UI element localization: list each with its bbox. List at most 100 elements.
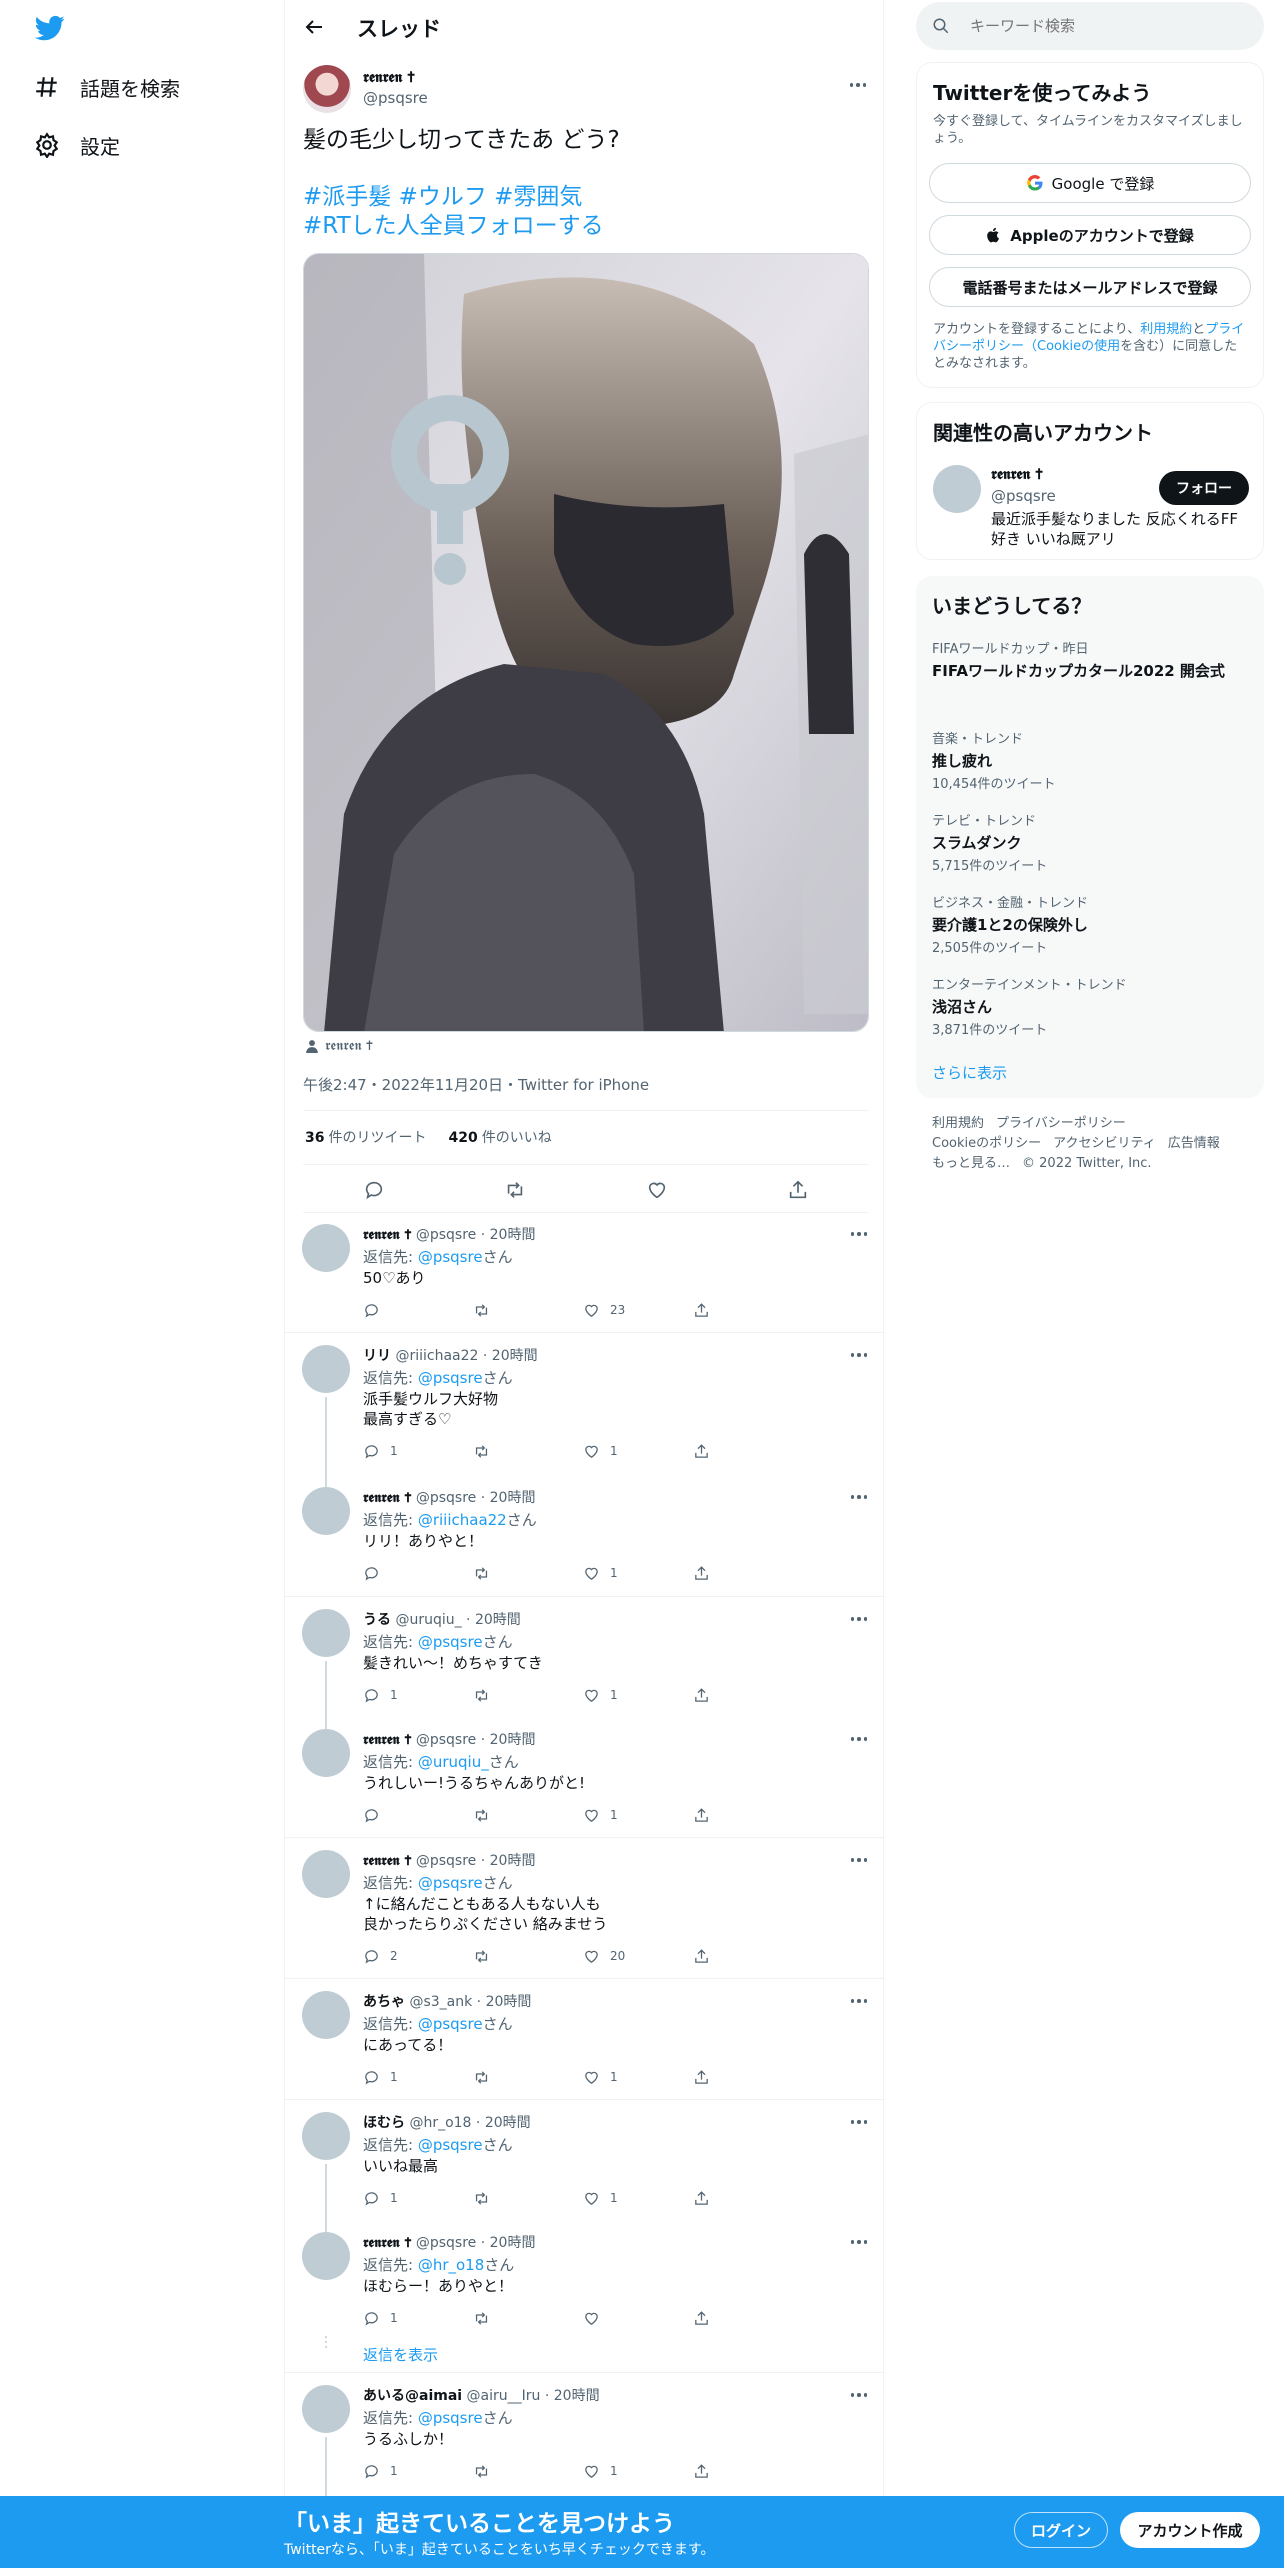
share-button[interactable] xyxy=(693,2069,803,2086)
more-icon[interactable] xyxy=(848,75,868,95)
reply-button[interactable]: 1 xyxy=(363,1687,473,1704)
share-button[interactable] xyxy=(693,1687,803,1704)
reply-button[interactable] xyxy=(363,1302,473,1319)
like-button[interactable]: 1 xyxy=(583,1807,693,1824)
reply-author-handle[interactable]: @psqsre xyxy=(416,1853,476,1869)
reply-author-handle[interactable]: @psqsre xyxy=(416,1227,476,1243)
more-icon[interactable] xyxy=(849,1487,869,1507)
reply-tweet[interactable]: 𝖗𝖊𝖓𝖗𝖊𝖓 ✝ @psqsre · 20時間 返信先: @psqsreさん ↑に絡… xyxy=(285,1838,885,1979)
tweet-meta[interactable]: 午後2:47・2022年11月20日・Twitter for iPhone xyxy=(303,1074,649,1095)
retweet-button[interactable] xyxy=(473,1302,583,1319)
email-signup-button[interactable]: 電話番号またはメールアドレスで登録 xyxy=(929,267,1251,307)
reply-tweet[interactable]: リリ @riiichaa22 · 20時間 返信先: @psqsreさん 派手髪ウル… xyxy=(285,1333,885,1487)
reply-author-handle[interactable]: @airu__Iru xyxy=(467,2388,541,2404)
twitter-bird-icon[interactable] xyxy=(33,13,67,43)
reply-to-handle[interactable]: @uruqiu_ xyxy=(418,1753,489,1771)
reply-button[interactable]: 1 xyxy=(363,2190,473,2207)
avatar[interactable] xyxy=(302,1345,350,1393)
reply-author-handle[interactable]: @s3_ank xyxy=(409,1994,472,2010)
more-icon[interactable] xyxy=(849,1729,869,1749)
like-button[interactable]: 1 xyxy=(583,1687,693,1704)
avatar[interactable] xyxy=(302,1991,350,2039)
reply-author-name[interactable]: うる xyxy=(363,1612,391,1628)
author-name[interactable]: 𝖗𝖊𝖓𝖗𝖊𝖓 ✝ xyxy=(363,68,415,86)
like-button[interactable]: 1 xyxy=(583,1443,693,1460)
footer-ads[interactable]: 広告情報 xyxy=(1168,1136,1220,1151)
footer-cookie[interactable]: Cookieのポリシー xyxy=(932,1136,1041,1151)
terms-link[interactable]: 利用規約 xyxy=(1140,322,1192,337)
footer-more[interactable]: もっと見る… xyxy=(932,1156,1010,1171)
reply-time[interactable]: 20時間 xyxy=(490,1227,536,1243)
like-button[interactable]: 1 xyxy=(583,1565,693,1582)
more-icon[interactable] xyxy=(849,1345,869,1365)
like-icon[interactable] xyxy=(646,1179,668,1201)
reply-time[interactable]: 20時間 xyxy=(554,2388,600,2404)
show-replies-link[interactable]: 返信を表示 xyxy=(363,2344,438,2365)
reply-author-name[interactable]: 𝖗𝖊𝖓𝖗𝖊𝖓 ✝ xyxy=(363,1227,411,1243)
reply-time[interactable]: 20時間 xyxy=(490,1732,536,1748)
more-icon[interactable] xyxy=(849,2232,869,2252)
reply-time[interactable]: 20時間 xyxy=(490,1490,536,1506)
reply-tweet[interactable]: あいる@aimai @airu__Iru · 20時間 返信先: @psqsreさ… xyxy=(285,2373,885,2508)
trend-item[interactable]: ビジネス・金融・トレンド 要介護1と2の保険外し 2,505件のツイート xyxy=(932,892,1232,956)
like-button[interactable]: 1 xyxy=(583,2190,693,2207)
nav-settings[interactable]: 設定 xyxy=(34,120,120,170)
retweet-button[interactable] xyxy=(473,2463,583,2480)
more-icon[interactable] xyxy=(849,1224,869,1244)
retweet-button[interactable] xyxy=(473,1565,583,1582)
reply-author-name[interactable]: あちゃ xyxy=(363,1994,405,2010)
reply-button[interactable]: 2 xyxy=(363,1948,473,1965)
hashtags-line-2[interactable]: #RTした人全員フォローする xyxy=(303,212,604,241)
reply-to-handle[interactable]: @psqsre xyxy=(418,2409,483,2427)
reply-author-handle[interactable]: @psqsre xyxy=(416,1732,476,1748)
reply-tweet[interactable]: あちゃ @s3_ank · 20時間 返信先: @psqsreさん にあってる！ 1 1 xyxy=(285,1979,885,2100)
reply-button[interactable]: 1 xyxy=(363,2463,473,2480)
reply-time[interactable]: 20時間 xyxy=(490,1853,536,1869)
footer-accessibility[interactable]: アクセシビリティ xyxy=(1053,1136,1156,1151)
reply-to-handle[interactable]: @psqsre xyxy=(418,1369,483,1387)
reply-button[interactable]: 1 xyxy=(363,1443,473,1460)
reply-time[interactable]: 20時間 xyxy=(492,1348,538,1364)
reply-author-handle[interactable]: @hr_o18 xyxy=(409,2115,471,2131)
like-stat[interactable]: 420 件のいいね xyxy=(448,1127,551,1147)
retweet-button[interactable] xyxy=(473,1443,583,1460)
reply-author-name[interactable]: リリ xyxy=(363,1348,391,1364)
related-name[interactable]: 𝖗𝖊𝖓𝖗𝖊𝖓 ✝ xyxy=(991,465,1043,483)
search-input[interactable] xyxy=(970,14,1240,38)
reply-to-handle[interactable]: @psqsre xyxy=(418,2136,483,2154)
like-button[interactable]: 1 xyxy=(583,2069,693,2086)
share-button[interactable] xyxy=(693,1443,803,1460)
more-icon[interactable] xyxy=(849,2112,869,2132)
reply-button[interactable]: 1 xyxy=(363,2310,473,2327)
reply-author-handle[interactable]: @psqsre xyxy=(416,1490,476,1506)
reply-button[interactable]: 1 xyxy=(363,2069,473,2086)
google-signup-button[interactable]: Google で登録 xyxy=(929,163,1251,203)
footer-privacy[interactable]: プライバシーポリシー xyxy=(996,1116,1126,1131)
share-button[interactable] xyxy=(693,1302,803,1319)
reply-time[interactable]: 20時間 xyxy=(485,2115,531,2131)
like-button[interactable]: 23 xyxy=(583,1302,693,1319)
reply-author-name[interactable]: 𝖗𝖊𝖓𝖗𝖊𝖓 ✝ xyxy=(363,2235,411,2251)
reply-time[interactable]: 20時間 xyxy=(475,1612,521,1628)
author-handle[interactable]: @psqsre xyxy=(363,89,428,107)
trend-item[interactable]: 音楽・トレンド 推し疲れ 10,454件のツイート xyxy=(932,728,1232,792)
reply-author-name[interactable]: 𝖗𝖊𝖓𝖗𝖊𝖓 ✝ xyxy=(363,1732,411,1748)
reply-time[interactable]: 20時間 xyxy=(490,2235,536,2251)
more-icon[interactable] xyxy=(849,2385,869,2405)
more-icon[interactable] xyxy=(849,1609,869,1629)
like-button[interactable]: 20 xyxy=(583,1948,693,1965)
avatar[interactable] xyxy=(302,2232,350,2280)
reply-to-handle[interactable]: @riiichaa22 xyxy=(418,1511,507,1529)
more-icon[interactable] xyxy=(849,1850,869,1870)
signup-button[interactable]: アカウント作成 xyxy=(1120,2512,1260,2548)
reply-to-handle[interactable]: @psqsre xyxy=(418,1633,483,1651)
login-button[interactable]: ログイン xyxy=(1014,2512,1108,2548)
show-more-trends[interactable]: さらに表示 xyxy=(932,1062,1007,1083)
more-icon[interactable] xyxy=(849,1991,869,2011)
trend-item[interactable]: FIFAワールドカップ・昨日 FIFAワールドカップカタール2022 開会式 xyxy=(932,638,1232,681)
retweet-button[interactable] xyxy=(473,1687,583,1704)
reply-to-handle[interactable]: @hr_o18 xyxy=(418,2256,484,2274)
reply-tweet[interactable]: 𝖗𝖊𝖓𝖗𝖊𝖓 ✝ @psqsre · 20時間 返信先: @uruqiu_さん うれ… xyxy=(285,1717,885,1838)
retweet-stat[interactable]: 36 件のリツイート xyxy=(305,1127,426,1147)
retweet-icon[interactable] xyxy=(504,1179,526,1201)
